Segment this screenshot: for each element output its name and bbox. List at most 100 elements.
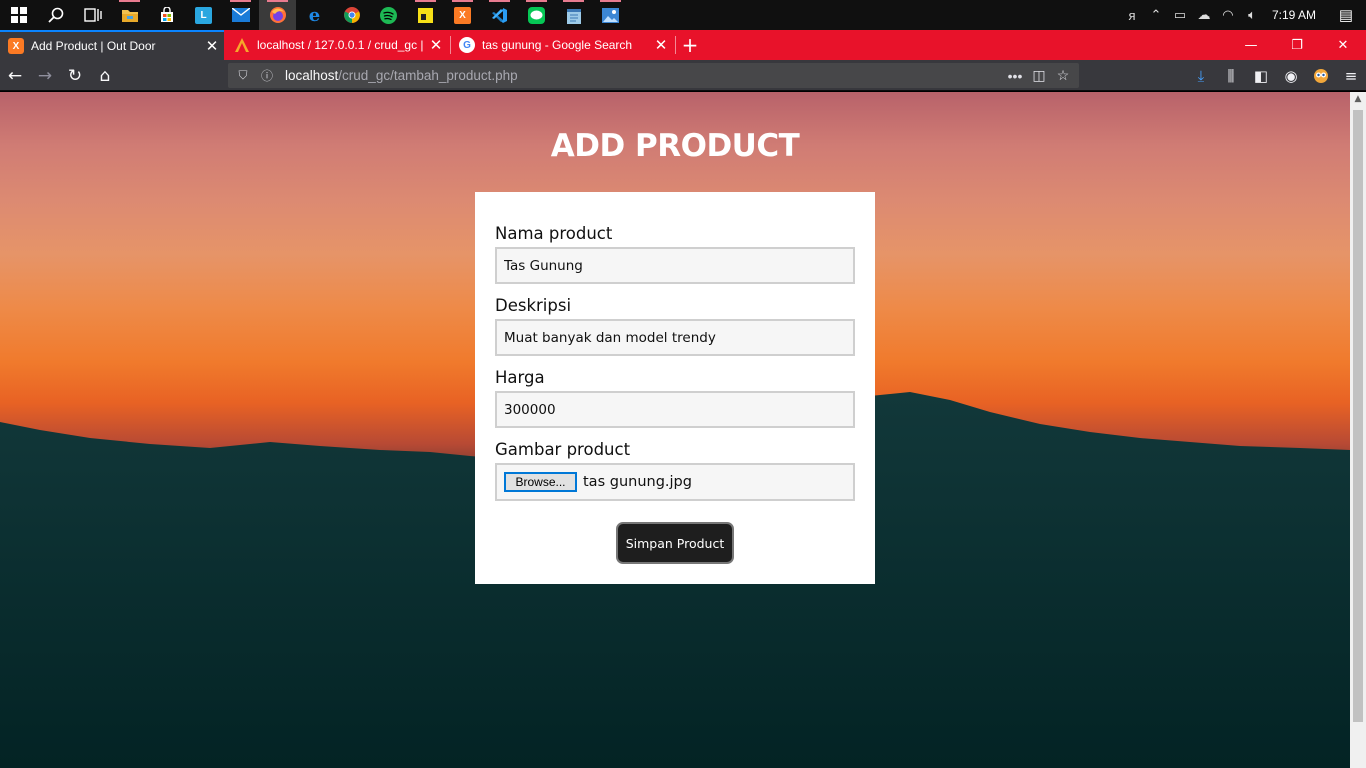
plus-icon: + xyxy=(681,33,699,57)
page-viewport: ADD PRODUCT Nama product Deskripsi Harga… xyxy=(0,92,1350,768)
vscode-icon xyxy=(492,7,507,23)
gambar-product-file-input[interactable]: Browse... tas gunung.jpg xyxy=(495,463,855,501)
store-icon xyxy=(160,7,173,22)
minimize-button[interactable]: — xyxy=(1228,30,1274,60)
restore-button[interactable]: ❐ xyxy=(1274,30,1320,60)
downloads-button[interactable]: ⤓ xyxy=(1186,60,1216,91)
taskbar-app-store[interactable] xyxy=(148,0,185,30)
forward-button[interactable]: → xyxy=(30,60,60,91)
nama-product-input[interactable] xyxy=(495,247,855,284)
home-button[interactable]: ⌂ xyxy=(90,60,120,91)
url-bar[interactable]: ⛉ ⓘ localhost/crud_gc/tambah_product.php… xyxy=(228,63,1079,88)
pocket-icon[interactable]: ◫ xyxy=(1027,67,1051,84)
taskbar-app-spotify[interactable] xyxy=(370,0,407,30)
sidebar-button[interactable]: ◧ xyxy=(1246,60,1276,91)
close-tab-icon[interactable]: ✕ xyxy=(200,37,224,55)
simpan-product-button[interactable]: Simpan Product xyxy=(616,522,734,564)
taskbar-app-notepad[interactable] xyxy=(555,0,592,30)
url-text[interactable]: localhost/crud_gc/tambah_product.php xyxy=(285,68,518,83)
tab-add-product[interactable]: X Add Product | Out Door ✕ xyxy=(0,30,224,60)
taskbar-app-edge[interactable]: e xyxy=(296,0,333,30)
tab-google-search[interactable]: G tas gunung - Google Search ✕ xyxy=(451,30,673,60)
line-icon xyxy=(528,6,545,24)
taskbar-app-line[interactable] xyxy=(518,0,555,30)
home-icon: ⌂ xyxy=(99,65,111,86)
taskbar-search-button[interactable] xyxy=(37,0,74,30)
volume-icon[interactable]: 🔈︎ xyxy=(1240,7,1264,23)
taskbar-app-vscode[interactable] xyxy=(481,0,518,30)
notepad-icon xyxy=(566,8,581,24)
xampp-icon: X xyxy=(454,6,471,24)
page-actions-icon[interactable]: ••• xyxy=(1003,68,1027,84)
onedrive-icon[interactable]: ☁ xyxy=(1192,7,1216,23)
taskbar-app-mail[interactable] xyxy=(222,0,259,30)
taskbar-app-xampp[interactable]: X xyxy=(444,0,481,30)
taskbar-app-firefox[interactable] xyxy=(259,0,296,30)
new-tab-button[interactable]: + xyxy=(676,30,704,60)
google-favicon-icon: G xyxy=(459,37,475,53)
reload-button[interactable]: ↻ xyxy=(60,60,90,91)
sidebar-icon: ◧ xyxy=(1253,66,1269,85)
nama-product-label: Nama product xyxy=(495,224,613,243)
tracking-protection-icon[interactable]: ⛉ xyxy=(234,68,252,83)
download-icon: ⤓ xyxy=(1197,66,1205,85)
page-title: ADD PRODUCT xyxy=(550,128,800,164)
extension-button[interactable] xyxy=(1306,60,1336,91)
browse-button[interactable]: Browse... xyxy=(504,472,577,492)
harga-label: Harga xyxy=(495,368,545,387)
chevron-up-icon[interactable]: ⌃ xyxy=(1144,7,1168,23)
arrow-left-icon: ← xyxy=(7,65,23,86)
navigation-toolbar: ← → ↻ ⌂ ⛉ ⓘ localhost/crud_gc/tambah_pro… xyxy=(0,60,1366,91)
wifi-icon[interactable]: ◠ xyxy=(1216,7,1240,23)
hamburger-menu-icon: ≡ xyxy=(1344,66,1358,85)
library-icon: ⫼ xyxy=(1227,66,1235,85)
harga-input[interactable] xyxy=(495,391,855,428)
url-bar-actions: ••• ◫ ☆ xyxy=(1003,63,1075,88)
search-icon xyxy=(47,7,63,23)
scroll-up-icon[interactable]: ▲ xyxy=(1350,94,1366,104)
task-view-button[interactable] xyxy=(74,0,111,30)
back-button[interactable]: ← xyxy=(0,60,30,91)
taskbar-app-chrome[interactable] xyxy=(333,0,370,30)
taskbar-clock[interactable]: 7:19 AM xyxy=(1272,8,1316,22)
tab-title: Add Product | Out Door xyxy=(31,39,156,53)
close-window-button[interactable]: ✕ xyxy=(1320,30,1366,60)
photos-icon xyxy=(602,7,619,23)
sticky-notes-icon xyxy=(418,7,433,23)
taskbar-app-file-explorer[interactable] xyxy=(111,0,148,30)
scrollbar-thumb[interactable] xyxy=(1353,110,1363,722)
deskripsi-label: Deskripsi xyxy=(495,296,572,315)
deskripsi-input[interactable] xyxy=(495,319,855,356)
phpmyadmin-favicon-icon xyxy=(235,38,249,52)
taskbar-app-l[interactable]: L xyxy=(185,0,222,30)
windows-icon xyxy=(10,7,27,23)
bookmark-star-icon[interactable]: ☆ xyxy=(1051,67,1075,84)
people-icon[interactable]: ᴙ xyxy=(1120,8,1144,23)
folder-icon xyxy=(121,10,138,22)
action-center-icon[interactable]: ▤ xyxy=(1326,6,1366,24)
close-tab-icon[interactable]: ✕ xyxy=(424,36,448,54)
extension-owl-icon xyxy=(1314,68,1328,83)
tab-title: localhost / 127.0.0.1 / crud_gc | xyxy=(257,38,424,52)
taskbar-app-photos[interactable] xyxy=(592,0,629,30)
account-icon: ◉ xyxy=(1284,66,1298,85)
start-button[interactable] xyxy=(0,0,37,30)
taskbar-app-sticky-notes[interactable] xyxy=(407,0,444,30)
arrow-right-icon: → xyxy=(37,65,53,86)
site-info-icon[interactable]: ⓘ xyxy=(258,67,276,84)
page-scrollbar[interactable]: ▲ xyxy=(1350,92,1366,768)
menu-button[interactable]: ≡ xyxy=(1336,60,1366,91)
minimize-icon: — xyxy=(1244,37,1258,53)
mail-icon xyxy=(231,8,250,22)
account-button[interactable]: ◉ xyxy=(1276,60,1306,91)
close-tab-icon[interactable]: ✕ xyxy=(649,36,673,54)
battery-icon[interactable]: ▭ xyxy=(1168,7,1192,23)
spotify-icon xyxy=(380,6,397,24)
reload-icon: ↻ xyxy=(67,65,83,86)
windows-taskbar: L e X ᴙ ⌃ ▭ ☁ ◠ 🔈︎ 7:19 AM ▤ xyxy=(0,0,1366,30)
xampp-favicon-icon: X xyxy=(8,38,24,54)
browser-tab-strip: X Add Product | Out Door ✕ localhost / 1… xyxy=(0,30,1366,60)
library-button[interactable]: ⫼ xyxy=(1216,60,1246,91)
edge-icon: e xyxy=(308,4,321,26)
tab-phpmyadmin[interactable]: localhost / 127.0.0.1 / crud_gc | ✕ xyxy=(226,30,448,60)
